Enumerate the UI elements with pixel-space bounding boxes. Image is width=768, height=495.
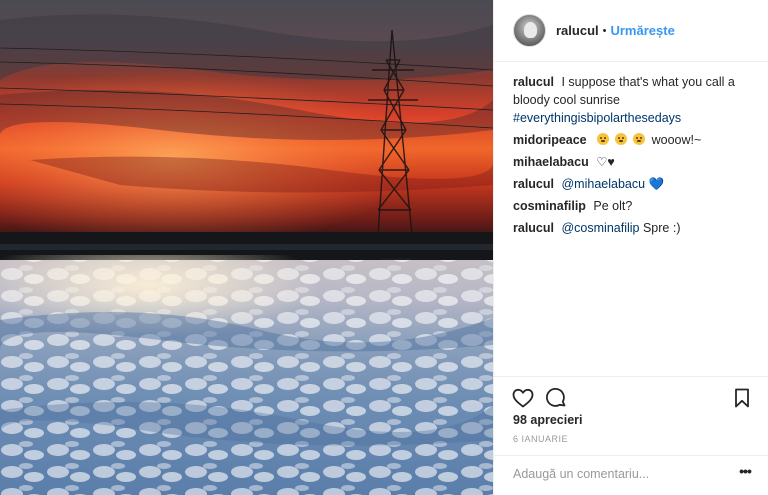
comment-text: wooow!~	[651, 133, 702, 147]
likes-count[interactable]: 98 aprecieri	[513, 413, 583, 427]
sunrise-reflection-image	[0, 0, 493, 495]
comment-username[interactable]: ralucul	[513, 221, 554, 235]
comment-text: ♡♥	[596, 155, 615, 169]
separator-dot: •	[602, 24, 607, 37]
heart-icon	[512, 388, 534, 408]
more-options-icon[interactable]: •••	[734, 464, 756, 480]
save-button[interactable]	[730, 386, 754, 410]
avatar[interactable]	[513, 14, 546, 47]
post-sidebar: ralucul • Urmărește ralucul I suppose th…	[493, 0, 768, 495]
comment-item: ralucul @cosminafilip Spre :)	[513, 219, 753, 237]
bookmark-icon	[735, 388, 749, 408]
emoji-face-icon	[597, 133, 610, 145]
emoji-face-icon	[615, 133, 628, 145]
post-header: ralucul • Urmărește	[494, 0, 768, 62]
comment-item: ralucul @mihaelabacu 💙	[513, 175, 753, 193]
caption-hashtag[interactable]: #everythingisbipolarthesedays	[513, 111, 681, 125]
comment-username[interactable]: midoripeace	[513, 133, 587, 147]
post-photo[interactable]	[0, 0, 493, 495]
comment-username[interactable]: ralucul	[513, 177, 554, 191]
author-username[interactable]: ralucul	[556, 23, 599, 38]
actions-divider	[494, 376, 768, 377]
post-date[interactable]: 6 IANUARIE	[513, 434, 568, 444]
comment-username[interactable]: cosminafilip	[513, 199, 586, 213]
comment-item: midoripeace wooow!~	[513, 131, 753, 149]
comments-list: ralucul I suppose that's what you call a…	[513, 73, 753, 241]
emoji-face-icon	[633, 133, 646, 145]
caption-username[interactable]: ralucul	[513, 75, 554, 89]
comment-item: mihaelabacu ♡♥	[513, 153, 753, 171]
comment-bubble-icon	[546, 388, 566, 407]
comment-text: Pe olt?	[593, 199, 633, 213]
follow-button[interactable]: Urmărește	[610, 23, 674, 38]
comment-text: Spre :)	[642, 221, 681, 235]
comment-button[interactable]	[544, 386, 568, 410]
comment-mention[interactable]: @cosminafilip	[561, 221, 639, 235]
caption: ralucul I suppose that's what you call a…	[513, 73, 753, 127]
comment-input[interactable]	[513, 462, 713, 486]
instagram-post: ralucul • Urmărește ralucul I suppose th…	[0, 0, 768, 495]
like-button[interactable]	[511, 386, 535, 410]
comment-text: 💙	[648, 177, 665, 191]
comment-item: cosminafilip Pe olt?	[513, 197, 753, 215]
comment-mention[interactable]: @mihaelabacu	[561, 177, 645, 191]
comment-username[interactable]: mihaelabacu	[513, 155, 589, 169]
